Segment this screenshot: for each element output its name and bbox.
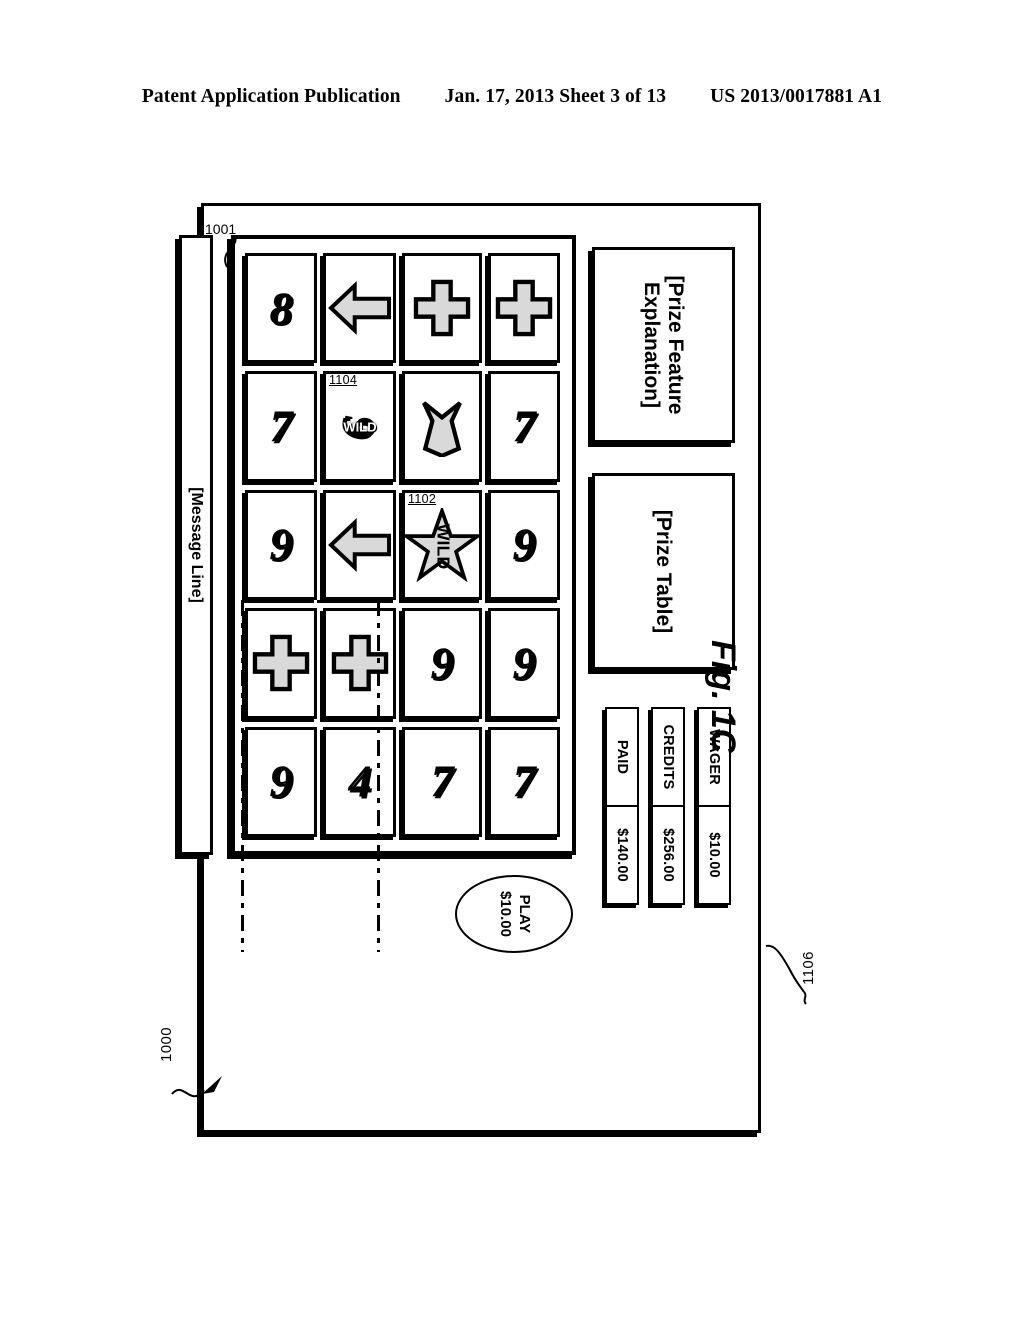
wild-nine-icon: 9 WILD xyxy=(334,415,386,438)
payline-bottom-edge xyxy=(241,599,245,952)
prize-table-text: [Prize Table] xyxy=(652,509,676,634)
paid-meter: PAID $140.00 xyxy=(605,706,640,905)
tie-icon xyxy=(405,374,479,478)
seven-icon: 7 xyxy=(430,755,454,807)
nine-icon: 9 xyxy=(269,518,293,570)
cross-icon xyxy=(405,256,479,360)
payline-left-edge xyxy=(241,599,381,603)
reel-cell-9: 7 xyxy=(401,726,482,837)
cross-icon xyxy=(327,611,393,715)
reel-cell-0 xyxy=(487,252,561,364)
patent-page-header: Patent Application Publication Jan. 17, … xyxy=(0,86,1024,108)
reel-cell-18 xyxy=(245,608,318,719)
nine-icon: 9 xyxy=(430,637,454,689)
reel-cell-2: 9 xyxy=(487,489,561,601)
seven-icon: 7 xyxy=(269,400,293,452)
reel-cell-13 xyxy=(323,608,396,719)
credits-meter-label: CREDITS xyxy=(653,708,684,807)
publication-label: Patent Application Publication xyxy=(141,86,401,107)
reel-cell-19: 9 xyxy=(245,726,318,837)
reel-cell-12 xyxy=(323,489,396,601)
paid-meter-label: PAID xyxy=(607,708,638,807)
date-and-sheet-label: Jan. 17, 2013 Sheet 3 of 13 xyxy=(444,86,667,107)
reel-cell-6 xyxy=(401,371,482,482)
reel-cell-15: 8 xyxy=(245,252,318,364)
reference-numeral-1102: 1102 xyxy=(407,491,437,506)
credits-meter: CREDITS $256.00 xyxy=(651,706,686,905)
cross-icon xyxy=(491,256,557,360)
nine-icon: 9 xyxy=(512,518,536,570)
svg-text:WILD: WILD xyxy=(433,524,453,570)
reel-cell-5 xyxy=(401,252,482,364)
patent-number-label: US 2013/0017881 A1 xyxy=(710,86,883,107)
paid-meter-value: $140.00 xyxy=(614,827,631,882)
play-button[interactable]: PLAY $10.00 xyxy=(455,874,574,953)
leader-line-1106 xyxy=(765,944,807,1005)
figure-label: Fig. 1C xyxy=(704,640,742,754)
nine-icon: 9 xyxy=(512,637,536,689)
reel-cell-8: 9 xyxy=(401,608,482,719)
reel-cell-1: 7 xyxy=(487,371,561,482)
prize-feature-explanation-panel: [Prize Feature Explanation] xyxy=(592,246,736,443)
reference-numeral-1104: 1104 xyxy=(329,373,358,388)
eight-icon: 8 xyxy=(269,282,293,334)
reel-cell-14: 4 xyxy=(323,726,396,837)
arrow-icon xyxy=(327,493,393,597)
reference-numeral-1106: 1106 xyxy=(800,951,817,985)
reel-cell-3: 9 xyxy=(487,608,561,719)
play-button-label: PLAY xyxy=(516,894,534,934)
seven-icon: 7 xyxy=(512,400,536,452)
wild-star-icon: WILD xyxy=(404,493,479,597)
reel-cell-4: 7 xyxy=(487,726,561,837)
reel-cell-7: WILD 1102 xyxy=(401,489,482,601)
wager-meter-value: $10.00 xyxy=(706,832,723,878)
figure-1c-diagram: [Prize Feature Explanation] [Prize Table… xyxy=(179,202,762,1133)
play-button-amount: $10.00 xyxy=(497,890,515,937)
reel-cell-11: 9 WILD 1104 xyxy=(323,371,396,482)
reel-window: 7 9 9 7 WILD 1102 9 7 9 WILD 1104 4 8 7 9 9 1001 xyxy=(205,221,577,855)
reference-numeral-1000: 1000 xyxy=(158,1027,175,1062)
seven-icon: 7 xyxy=(512,755,536,807)
message-line: [Message Line] xyxy=(179,234,214,855)
four-icon: 4 xyxy=(348,755,372,807)
reel-cell-16: 7 xyxy=(245,371,318,482)
message-line-text: [Message Line] xyxy=(188,487,206,603)
reel-cell-17: 9 xyxy=(245,489,318,601)
reel-cell-10 xyxy=(323,252,396,364)
cross-icon xyxy=(248,611,314,715)
symbol-grid: 7 9 9 7 WILD 1102 9 7 9 WILD 1104 4 8 7 9 9 xyxy=(245,252,561,837)
payline-top-edge xyxy=(377,599,381,952)
credits-meter-value: $256.00 xyxy=(660,827,677,882)
arrow-icon xyxy=(327,256,393,360)
prize-feature-explanation-text: [Prize Feature Explanation] xyxy=(640,275,688,415)
nine-icon: 9 xyxy=(269,755,293,807)
